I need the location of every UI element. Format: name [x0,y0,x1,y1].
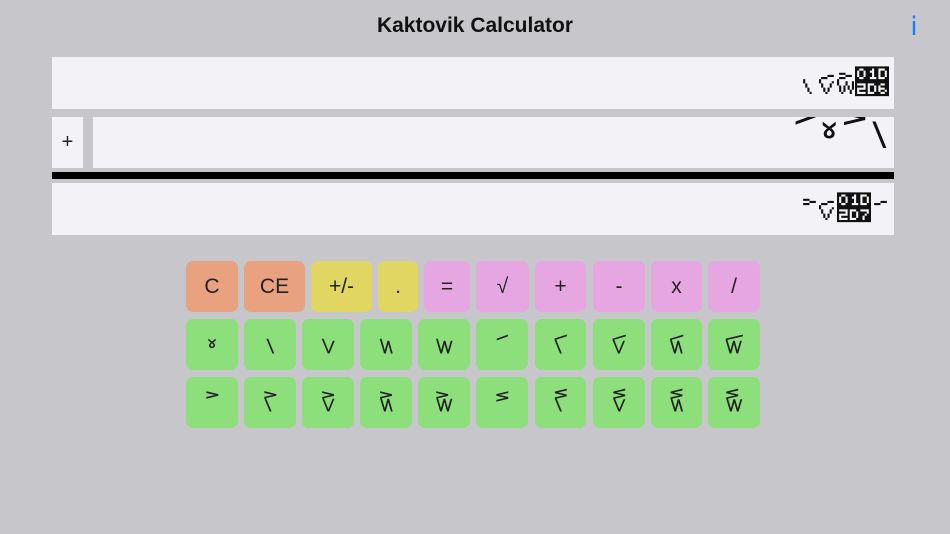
add-button[interactable]: + [535,261,586,312]
multiply-button[interactable]: x [651,261,702,312]
digit-9-button[interactable]: 𝋉 [708,319,760,370]
digit-5-button[interactable]: 𝋅 [476,319,528,370]
digit-19-button[interactable]: 𝋓 [708,377,760,428]
digit-14-button[interactable]: 𝋎 [418,377,470,428]
digit-17-button[interactable]: 𝋑 [593,377,645,428]
digit-12-button[interactable]: 𝋌 [302,377,354,428]
app-title: Kaktovik Calculator [376,14,574,37]
accumulator-display: 𝋁𝋇𝋎𝋖 [52,57,894,109]
digit-3-button[interactable]: 𝋃 [360,319,412,370]
operator-display: + [52,117,83,168]
clear-entry-button[interactable]: CE [244,261,305,312]
result-display: 𝋊𝋇𝋗𝋅 [52,183,894,235]
digit-2-button[interactable]: 𝋂 [302,319,354,370]
clear-button[interactable]: C [186,261,238,312]
decimal-point-button[interactable]: . [378,261,418,312]
equals-button[interactable]: = [424,261,470,312]
digit-4-button[interactable]: 𝋄 [418,319,470,370]
digit-16-button[interactable]: 𝋐 [535,377,586,428]
digit-11-button[interactable]: 𝋋 [244,377,296,428]
divide-button[interactable]: / [708,261,760,312]
digit-18-button[interactable]: 𝋒 [651,377,702,428]
digit-15-button[interactable]: 𝋏 [476,377,528,428]
digit-6-button[interactable]: 𝋆 [535,319,586,370]
digit-0-button[interactable]: 𝋀 [186,319,238,370]
subtract-button[interactable]: - [593,261,645,312]
digit-8-button[interactable]: 𝋈 [651,319,702,370]
square-root-button[interactable]: √ [476,261,529,312]
digit-10-button[interactable]: 𝋊 [186,377,238,428]
info-button[interactable]: i [901,12,927,44]
result-divider [52,172,894,179]
sign-toggle-button[interactable]: +/- [311,261,372,312]
operand-display: 𝋅𝋀𝋊𝋁 [93,117,894,168]
digit-1-button[interactable]: 𝋁 [244,319,296,370]
digit-7-button[interactable]: 𝋇 [593,319,645,370]
digit-13-button[interactable]: 𝋍 [360,377,412,428]
